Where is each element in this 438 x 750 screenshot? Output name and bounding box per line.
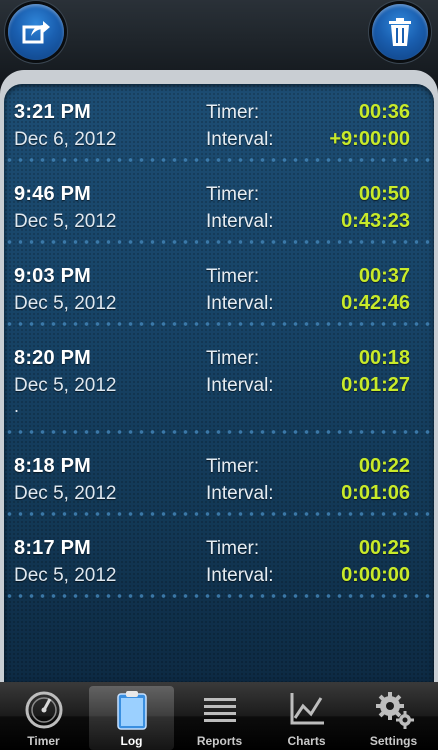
log-entry[interactable]: 8:18 PM Dec 5, 2012 Timer: Interval: 00:… bbox=[4, 438, 434, 520]
interval-label: Interval: bbox=[206, 483, 274, 504]
log-entry[interactable]: 3:21 PM Dec 6, 2012 Timer: Interval: 00:… bbox=[4, 84, 434, 166]
tab-log[interactable]: Log bbox=[89, 686, 174, 750]
tab-bar: Timer Log Reports Charts Settings bbox=[0, 682, 438, 750]
interval-value: 0:00:00 bbox=[341, 564, 410, 586]
gear-icon bbox=[375, 692, 414, 729]
timer-label: Timer: bbox=[206, 102, 260, 123]
interval-value: 0:01:06 bbox=[341, 482, 410, 504]
row-separator bbox=[4, 512, 434, 516]
chart-icon bbox=[290, 693, 324, 725]
entry-time: 9:46 PM bbox=[14, 183, 91, 205]
timer-label: Timer: bbox=[206, 348, 260, 369]
tab-charts[interactable]: Charts bbox=[263, 686, 350, 750]
trash-icon bbox=[389, 18, 411, 46]
row-separator bbox=[4, 430, 434, 434]
timer-label: Timer: bbox=[206, 456, 260, 477]
tab-label: Settings bbox=[369, 734, 418, 748]
clipboard-icon bbox=[116, 691, 147, 730]
interval-label: Interval: bbox=[206, 293, 274, 314]
tab-label: Timer bbox=[27, 734, 60, 748]
row-separator bbox=[4, 322, 434, 326]
share-button[interactable] bbox=[8, 4, 64, 60]
interval-label: Interval: bbox=[206, 129, 274, 150]
interval-label: Interval: bbox=[206, 565, 274, 586]
entry-time: 9:03 PM bbox=[14, 265, 91, 287]
entry-date: Dec 6, 2012 bbox=[14, 129, 117, 150]
entry-date: Dec 5, 2012 bbox=[14, 293, 117, 314]
top-toolbar bbox=[0, 0, 438, 80]
entry-time: 3:21 PM bbox=[14, 101, 91, 123]
row-separator bbox=[4, 158, 434, 162]
timer-value: 00:36 bbox=[358, 101, 410, 123]
timer-label: Timer: bbox=[206, 538, 260, 559]
entry-time: 8:17 PM bbox=[14, 537, 91, 559]
interval-value: +9:00:00 bbox=[329, 128, 410, 150]
entry-time: 8:20 PM bbox=[14, 347, 91, 369]
delete-button[interactable] bbox=[372, 4, 428, 60]
interval-value: 0:01:27 bbox=[341, 374, 410, 396]
timer-value: 00:37 bbox=[358, 265, 410, 287]
timer-value: 00:18 bbox=[358, 347, 410, 369]
timer-value: 00:50 bbox=[358, 183, 410, 205]
row-separator bbox=[4, 594, 434, 598]
tab-label: Charts bbox=[287, 734, 326, 748]
interval-label: Interval: bbox=[206, 375, 274, 396]
tab-label: Reports bbox=[196, 734, 243, 748]
entry-note: . bbox=[14, 396, 20, 416]
tab-timer[interactable]: Timer bbox=[0, 686, 87, 750]
timer-label: Timer: bbox=[206, 184, 260, 205]
timer-value: 00:25 bbox=[358, 537, 410, 559]
stopwatch-icon bbox=[25, 691, 62, 729]
log-entry[interactable]: 8:20 PM Dec 5, 2012 . Timer: Interval: 0… bbox=[4, 330, 434, 438]
entry-date: Dec 5, 2012 bbox=[14, 375, 117, 396]
list-icon bbox=[203, 698, 236, 722]
tab-reports[interactable]: Reports bbox=[176, 686, 263, 750]
log-entry[interactable]: 9:03 PM Dec 5, 2012 Timer: Interval: 00:… bbox=[4, 248, 434, 330]
log-entry[interactable]: 9:46 PM Dec 5, 2012 Timer: Interval: 00:… bbox=[4, 166, 434, 248]
row-separator bbox=[4, 240, 434, 244]
tab-label: Log bbox=[120, 734, 143, 748]
interval-value: 0:43:23 bbox=[341, 210, 410, 232]
log-list[interactable]: 3:21 PM Dec 6, 2012 Timer: Interval: 00:… bbox=[4, 84, 434, 682]
log-entry[interactable]: 8:17 PM Dec 5, 2012 Timer: Interval: 00:… bbox=[4, 520, 434, 602]
tab-settings[interactable]: Settings bbox=[350, 686, 437, 750]
share-icon bbox=[22, 21, 50, 44]
timer-value: 00:22 bbox=[358, 455, 410, 477]
entry-date: Dec 5, 2012 bbox=[14, 211, 117, 232]
entry-time: 8:18 PM bbox=[14, 455, 91, 477]
interval-value: 0:42:46 bbox=[341, 292, 410, 314]
entry-date: Dec 5, 2012 bbox=[14, 565, 117, 586]
entry-date: Dec 5, 2012 bbox=[14, 483, 117, 504]
timer-label: Timer: bbox=[206, 266, 260, 287]
interval-label: Interval: bbox=[206, 211, 274, 232]
